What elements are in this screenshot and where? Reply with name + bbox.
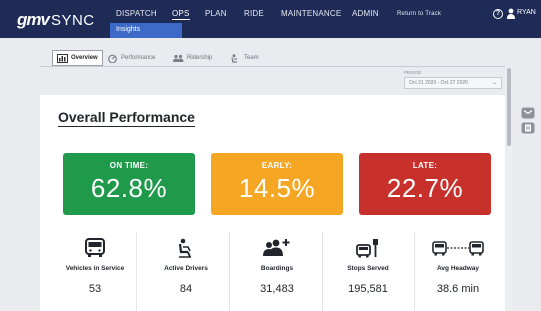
- stat-boardings: Boardings 31,483: [235, 238, 319, 295]
- nav-ops[interactable]: OPS: [172, 9, 190, 20]
- gauge-icon: [108, 54, 117, 63]
- bar-chart-icon: [57, 53, 68, 63]
- app-logo[interactable]: gmv SYNC: [17, 10, 95, 30]
- stat-label: Stops Served: [347, 265, 389, 272]
- nav-maintenance[interactable]: MAINTENANCE: [281, 9, 341, 18]
- export-pdf-icon[interactable]: [521, 122, 535, 134]
- group-add-icon: [263, 239, 290, 256]
- bus-stop-icon: [356, 239, 378, 258]
- tab-performance-label: Performance: [121, 55, 156, 61]
- kpi-late-label: LATE:: [412, 161, 438, 170]
- driver-icon: [231, 53, 237, 63]
- people-icon: [173, 54, 184, 62]
- tab-insights[interactable]: Insights: [110, 23, 182, 38]
- kpi-early-value: 14.5%: [238, 173, 316, 203]
- headway-icon: [432, 241, 484, 256]
- kpi-late: LATE: 22.7%: [359, 153, 491, 215]
- stat-active-drivers: Active Drivers 84: [144, 238, 228, 295]
- tabs-divider: [40, 66, 505, 67]
- stat-avg-headway: Avg Headway 38.6 min: [416, 238, 500, 295]
- nav-ride[interactable]: RIDE: [244, 9, 264, 18]
- nav-plan[interactable]: PLAN: [205, 9, 227, 18]
- tab-ridership[interactable]: Ridership: [169, 50, 216, 66]
- panel-title: Overall Performance: [58, 109, 195, 127]
- stat-value: 38.6 min: [436, 283, 480, 295]
- nav-admin[interactable]: ADMIN: [352, 9, 379, 18]
- help-icon[interactable]: ?: [493, 9, 503, 19]
- stat-label: Vehicles in Service: [65, 265, 125, 272]
- page-tabs: Overview Performance Ridership Team: [52, 50, 282, 66]
- tab-team[interactable]: Team: [226, 50, 263, 66]
- user-name[interactable]: RYAN: [517, 9, 536, 16]
- kpi-early: EARLY: 14.5%: [211, 153, 343, 215]
- tab-team-label: Team: [244, 55, 259, 61]
- scrollbar-thumb[interactable]: [507, 68, 511, 146]
- stat-label: Boardings: [260, 265, 294, 272]
- stat-vehicles-in-service: Vehicles in Service 53: [53, 238, 137, 295]
- user-icon[interactable]: [507, 8, 515, 19]
- stat-divider: [322, 232, 323, 311]
- stat-value: 84: [179, 283, 193, 295]
- stat-stops-served: Stops Served 195,581: [326, 238, 410, 295]
- kpi-on-time-label: ON TIME:: [109, 161, 149, 170]
- top-nav-bar: gmv SYNC DISPATCH OPS PLAN RIDE MAINTENAN…: [0, 0, 541, 38]
- stat-value: 31,483: [260, 283, 294, 295]
- period-value: Oct 21 2020 - Oct 27 2020: [409, 80, 468, 86]
- kpi-early-label: EARLY:: [261, 161, 293, 170]
- stat-value: 53: [88, 283, 102, 295]
- kpi-late-value: 22.7%: [386, 173, 464, 203]
- tab-performance[interactable]: Performance: [103, 50, 159, 66]
- stat-divider: [414, 232, 415, 311]
- stat-divider: [229, 232, 230, 311]
- period-label: PERIOD: [404, 70, 422, 75]
- kpi-on-time: ON TIME: 62.8%: [63, 153, 195, 215]
- nav-dispatch[interactable]: DISPATCH: [116, 9, 157, 18]
- tab-overview-label: Overview: [71, 55, 98, 61]
- stat-label: Active Drivers: [164, 265, 208, 272]
- email-icon[interactable]: [521, 107, 535, 119]
- tab-ridership-label: Ridership: [187, 55, 213, 61]
- period-select[interactable]: Oct 21 2020 - Oct 27 2020 ⌄: [404, 77, 502, 89]
- nav-return-to-track[interactable]: Return to Track: [397, 11, 441, 17]
- chevron-down-icon: ⌄: [491, 80, 497, 86]
- driver-seat-icon: [178, 238, 191, 258]
- bus-icon: [85, 238, 105, 257]
- stat-value: 195,581: [348, 283, 388, 295]
- kpi-on-time-value: 62.8%: [90, 173, 168, 203]
- tab-overview[interactable]: Overview: [52, 50, 103, 66]
- stat-label: Avg Headway: [436, 265, 480, 272]
